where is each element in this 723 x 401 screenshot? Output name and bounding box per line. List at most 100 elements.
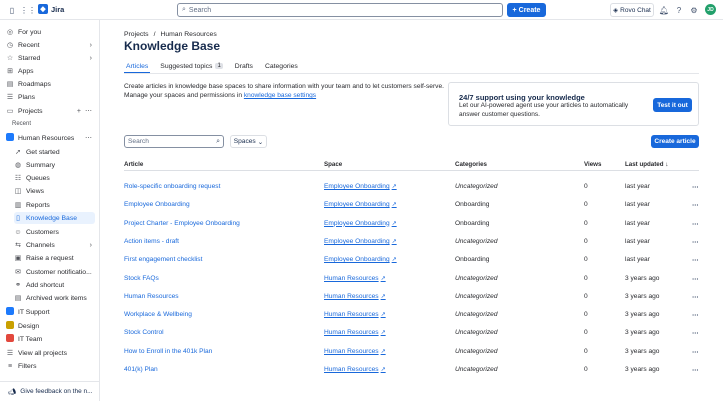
sidebar-item-apps[interactable]: ⊞ Apps [6,65,95,77]
space-link[interactable]: Human Resources ↗ [324,348,386,355]
sidebar-item-reports[interactable]: ▥ Reports [14,199,95,211]
sidebar-item-archived-work-items[interactable]: ▤ Archived work items [14,292,95,304]
article-link[interactable]: Human Resources [124,293,179,300]
breadcrumb-projects[interactable]: Projects [124,31,149,38]
article-link[interactable]: Stock Control [124,329,164,336]
tab-categories[interactable]: Categories [263,60,300,72]
column-label: Last updated [625,161,664,168]
sidebar-item-starred[interactable]: ☆ Starred › [6,52,95,64]
article-link[interactable]: First engagement checklist [124,256,202,263]
sidebar-item-filters[interactable]: ≡ Filters [6,360,95,372]
create-button[interactable]: + Create [507,3,546,17]
article-link[interactable]: Role-specific onboarding request [124,183,220,190]
archive-icon: ▤ [14,295,22,302]
sidebar-item-get-started[interactable]: ➚ Get started [14,146,95,158]
more-icon[interactable]: ⋯ [692,366,699,374]
more-icon[interactable]: ⋯ [692,183,699,191]
knowledge-base-settings-link[interactable]: knowledge base settings [244,92,316,99]
sidebar-item-customer-notifications[interactable]: ✉ Customer notificatio... [14,266,95,278]
space-link[interactable]: Human Resources ↗ [324,366,386,373]
sidebar-project-it-team[interactable]: IT Team [6,333,95,345]
more-icon[interactable]: ⋯ [692,293,699,301]
more-icon[interactable]: ⋯ [692,238,699,246]
sidebar-item-add-shortcut[interactable]: ⚭ Add shortcut [14,279,95,291]
sidebar-item-knowledge-base[interactable]: ▯ Knowledge Base [14,212,95,224]
sidebar-project-it-support[interactable]: IT Support [6,306,95,318]
rovo-chat-button[interactable]: ◈ Rovo Chat [610,3,654,17]
sidebar-item-recent[interactable]: ◷ Recent › [6,39,95,51]
space-link[interactable]: Human Resources ↗ [324,275,386,282]
notifications-icon[interactable]: 🔔︎ [658,4,670,16]
more-icon[interactable]: ⋯ [692,220,699,228]
sidebar-item-summary[interactable]: ◍ Summary [14,159,95,171]
sidebar-project-design[interactable]: Design [6,320,95,332]
last-updated-cell: 3 years ago [625,274,660,282]
column-header-views[interactable]: Views [584,161,601,168]
sidebar-item-for-you[interactable]: ◎ For you [6,26,95,38]
views-cell: 0 [584,347,588,355]
sidebar-toggle-icon[interactable]: ▯ [6,4,18,16]
app-switcher-icon[interactable]: ⋮⋮ [20,4,36,16]
space-link[interactable]: Employee Onboarding ↗ [324,183,397,190]
tab-articles[interactable]: Articles [124,60,151,74]
sidebar-item-customers[interactable]: ☺ Customers [14,226,95,238]
sidebar-item-channels[interactable]: ⇆ Channels › [14,239,95,251]
article-link[interactable]: Employee Onboarding [124,201,190,208]
space-link[interactable]: Human Resources ↗ [324,329,386,336]
sidebar-item-roadmaps[interactable]: ▤ Roadmaps [6,78,95,90]
sidebar-item-label: Design [18,322,40,330]
tab-label: Drafts [234,62,253,70]
sidebar-project-human-resources[interactable]: Human Resources ⋯ [6,132,95,144]
article-link[interactable]: Workplace & Wellbeing [124,311,192,318]
article-link[interactable]: Action items - draft [124,238,179,245]
space-link[interactable]: Employee Onboarding ↗ [324,201,397,208]
sidebar-item-raise-a-request[interactable]: ▣ Raise a request [14,252,95,264]
more-icon[interactable]: ⋯ [692,348,699,356]
search-placeholder: Search [128,138,149,145]
sidebar-item-plans[interactable]: ☰ Plans [6,91,95,103]
more-icon[interactable]: ⋯ [692,275,699,283]
breadcrumb-human-resources[interactable]: Human Resources [160,31,216,38]
spaces-filter-dropdown[interactable]: Spaces ⌄ [230,135,267,148]
article-link[interactable]: 401(k) Plan [124,366,158,373]
space-link[interactable]: Employee Onboarding ↗ [324,220,397,227]
article-link[interactable]: How to Enroll in the 401k Plan [124,348,212,355]
recent-section-label: Recent [12,121,32,127]
test-it-out-button[interactable]: Test it out [653,98,692,112]
table-row: Role-specific onboarding request Employee… [124,178,699,196]
more-icon[interactable]: ⋯ [692,201,699,209]
more-icon[interactable]: ⋯ [692,311,699,319]
column-header-categories[interactable]: Categories [455,161,487,168]
sidebar-item-queues[interactable]: ☷ Queues [14,172,95,184]
sidebar-item-projects[interactable]: ▭ Projects + ⋯ [6,105,95,117]
column-header-last-updated[interactable]: Last updated ↓ [625,161,668,168]
tab-drafts[interactable]: Drafts [233,60,255,72]
more-icon[interactable]: ⋯ [692,256,699,264]
create-article-button[interactable]: Create article [651,135,699,148]
jira-logo[interactable]: ◆ Jira [38,4,64,14]
space-link[interactable]: Human Resources ↗ [324,311,386,318]
article-link[interactable]: Project Charter - Employee Onboarding [124,220,240,227]
settings-gear-icon[interactable]: ⚙ [688,4,700,16]
global-search-input[interactable]: ⌕ Search [177,3,503,17]
more-icon[interactable]: ⋯ [85,107,92,115]
table-row: 401(k) Plan Human Resources ↗ Uncategorized… [124,361,699,379]
give-feedback-button[interactable]: 📣︎ Give feedback on the n... [0,381,99,401]
plus-icon[interactable]: + [77,108,81,115]
more-icon[interactable]: ⋯ [85,134,92,142]
sidebar-item-views[interactable]: ◫ Views [14,185,95,197]
tab-suggested-topics[interactable]: Suggested topics 1 [158,60,225,72]
article-link[interactable]: Stock FAQs [124,275,159,282]
space-link[interactable]: Human Resources ↗ [324,293,386,300]
sidebar-item-label: Reports [26,201,50,209]
column-header-article[interactable]: Article [124,161,143,168]
space-link[interactable]: Employee Onboarding ↗ [324,256,397,263]
sidebar-item-label: Add shortcut [26,281,65,289]
user-avatar[interactable]: JD [705,4,716,15]
more-icon[interactable]: ⋯ [692,329,699,337]
article-search-input[interactable]: Search ⌕ [124,135,224,148]
space-link[interactable]: Employee Onboarding ↗ [324,238,397,245]
sidebar-item-view-all-projects[interactable]: ☰ View all projects [6,347,95,359]
column-header-space[interactable]: Space [324,161,342,168]
help-icon[interactable]: ? [673,4,685,16]
